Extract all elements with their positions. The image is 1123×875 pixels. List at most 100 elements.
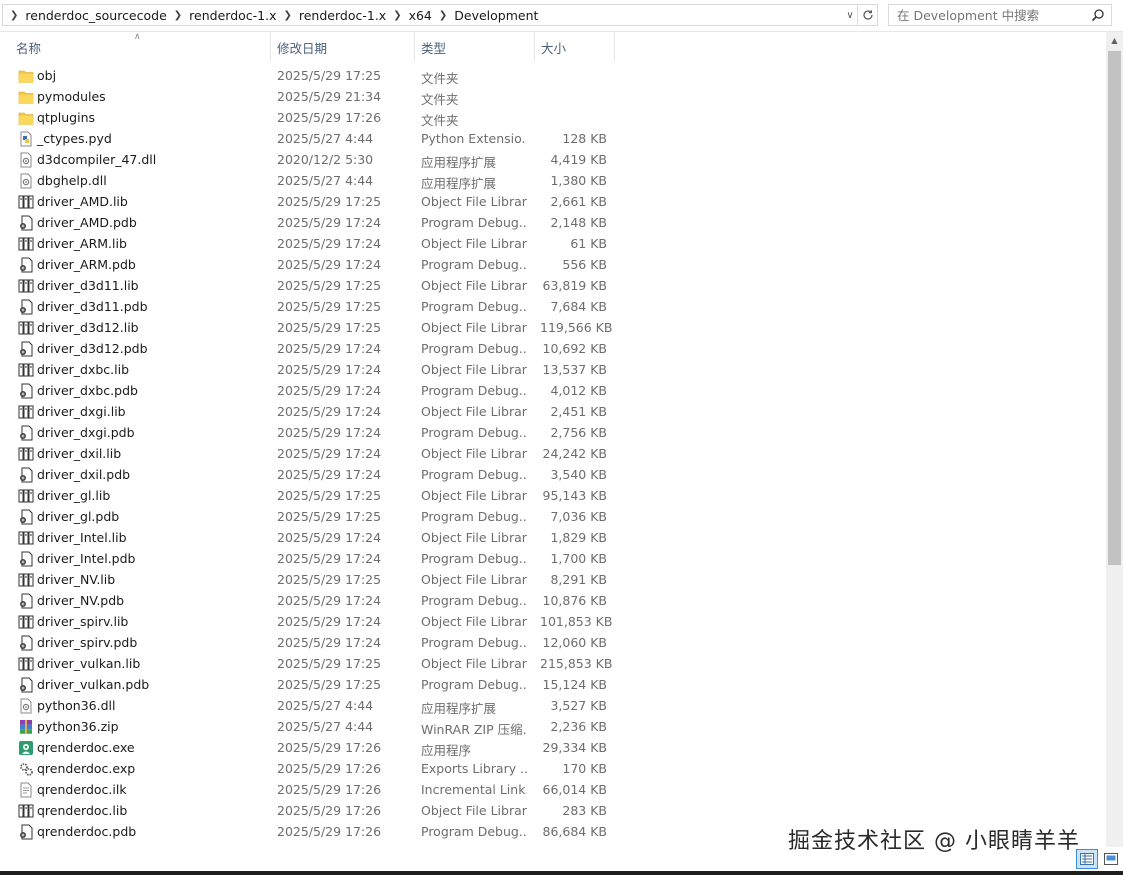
- breadcrumb-item[interactable]: renderdoc-1.x: [189, 8, 276, 23]
- file-row[interactable]: pymodules 2025/5/29 21:34 文件夹: [0, 87, 1106, 108]
- refresh-icon: [862, 10, 873, 20]
- column-header-date[interactable]: 修改日期: [271, 32, 415, 62]
- column-header-type[interactable]: 类型: [415, 32, 535, 62]
- file-row[interactable]: driver_spirv.pdb 2025/5/29 17:24 Program D…: [0, 633, 1106, 654]
- file-row[interactable]: obj 2025/5/29 17:25 文件夹: [0, 66, 1106, 87]
- file-type: Object File Library: [421, 656, 527, 671]
- pdb-file-icon: [18, 551, 34, 567]
- pdb-file-icon: [18, 593, 34, 609]
- chevron-right-icon[interactable]: ❯: [167, 10, 189, 21]
- file-row[interactable]: dbghelp.dll 2025/5/27 4:44 应用程序扩展 1,380 KB: [0, 171, 1106, 192]
- column-header-label: 类型: [421, 40, 447, 56]
- file-modified-date: 2025/5/29 17:25: [277, 299, 382, 314]
- lib-file-icon: [18, 530, 34, 546]
- file-row[interactable]: driver_dxgi.lib 2025/5/29 17:24 Object Fil…: [0, 402, 1106, 423]
- search-icon[interactable]: [1091, 8, 1105, 22]
- file-modified-date: 2025/5/29 17:24: [277, 215, 382, 230]
- file-type: Program Debug...: [421, 341, 527, 356]
- file-type: Incremental Link...: [421, 782, 527, 797]
- details-view-button[interactable]: [1076, 849, 1098, 869]
- file-row[interactable]: driver_d3d12.pdb 2025/5/29 17:24 Program D…: [0, 339, 1106, 360]
- chevron-right-icon[interactable]: ❯: [276, 10, 298, 21]
- search-input[interactable]: [889, 7, 1087, 23]
- file-size: 2,451 KB: [550, 404, 607, 419]
- file-row[interactable]: d3dcompiler_47.dll 2020/12/2 5:30 应用程序扩展 4,…: [0, 150, 1106, 171]
- file-row[interactable]: driver_d3d11.lib 2025/5/29 17:25 Object Fi…: [0, 276, 1106, 297]
- file-row[interactable]: qrenderdoc.exp 2025/5/29 17:26 Exports Lib…: [0, 759, 1106, 780]
- file-row[interactable]: python36.dll 2025/5/27 4:44 应用程序扩展 3,527 KB: [0, 696, 1106, 717]
- pdb-file-icon: [18, 467, 34, 483]
- file-size: 3,540 KB: [550, 467, 607, 482]
- file-type: Object File Library: [421, 236, 527, 251]
- watermark: 掘金技术社区 @ 小眼睛羊羊: [788, 829, 1080, 854]
- pdb-file-icon: [18, 215, 34, 231]
- file-row[interactable]: driver_AMD.lib 2025/5/29 17:25 Object File…: [0, 192, 1106, 213]
- file-row[interactable]: driver_vulkan.pdb 2025/5/29 17:25 Program …: [0, 675, 1106, 696]
- file-row[interactable]: driver_dxil.lib 2025/5/29 17:24 Object Fil…: [0, 444, 1106, 465]
- breadcrumb-item[interactable]: x64: [409, 8, 432, 23]
- large-icons-view-button[interactable]: [1100, 849, 1122, 869]
- address-history-dropdown-icon[interactable]: ∨: [842, 4, 858, 26]
- file-row[interactable]: driver_AMD.pdb 2025/5/29 17:24 Program Deb…: [0, 213, 1106, 234]
- file-row[interactable]: driver_vulkan.lib 2025/5/29 17:25 Object F…: [0, 654, 1106, 675]
- file-name: driver_spirv.lib: [37, 614, 129, 629]
- file-size: 8,291 KB: [550, 572, 607, 587]
- file-row[interactable]: driver_spirv.lib 2025/5/29 17:24 Object Fi…: [0, 612, 1106, 633]
- python-file-icon: [18, 131, 34, 147]
- file-row[interactable]: driver_Intel.pdb 2025/5/29 17:24 Program D…: [0, 549, 1106, 570]
- chevron-right-icon[interactable]: ❯: [386, 10, 408, 21]
- file-type: 应用程序扩展: [421, 155, 497, 170]
- file-type: Object File Library: [421, 320, 527, 335]
- file-row[interactable]: driver_ARM.lib 2025/5/29 17:24 Object File…: [0, 234, 1106, 255]
- lib-file-icon: [18, 362, 34, 378]
- file-row[interactable]: driver_ARM.pdb 2025/5/29 17:24 Program Deb…: [0, 255, 1106, 276]
- file-row[interactable]: driver_dxbc.pdb 2025/5/29 17:24 Program De…: [0, 381, 1106, 402]
- file-size: 556 KB: [562, 257, 607, 272]
- file-row[interactable]: driver_NV.pdb 2025/5/29 17:24 Program Debu…: [0, 591, 1106, 612]
- lib-file-icon: [18, 404, 34, 420]
- file-type: Program Debug...: [421, 299, 527, 314]
- file-type: Program Debug...: [421, 824, 527, 839]
- file-row[interactable]: _ctypes.pyd 2025/5/27 4:44 Python Extensio…: [0, 129, 1106, 150]
- search-box[interactable]: [888, 4, 1112, 26]
- breadcrumb-item[interactable]: renderdoc_sourcecode: [25, 8, 166, 23]
- vertical-scrollbar[interactable]: ▲: [1106, 32, 1123, 847]
- file-row[interactable]: driver_gl.lib 2025/5/29 17:25 Object File …: [0, 486, 1106, 507]
- file-modified-date: 2025/5/29 17:25: [277, 194, 382, 209]
- scrollbar-thumb[interactable]: [1108, 51, 1121, 565]
- file-row[interactable]: qtplugins 2025/5/29 17:26 文件夹: [0, 108, 1106, 129]
- file-row[interactable]: qrenderdoc.ilk 2025/5/29 17:26 Incremental…: [0, 780, 1106, 801]
- breadcrumb[interactable]: ❯ renderdoc_sourcecode ❯ renderdoc-1.x ❯…: [2, 4, 858, 26]
- address-bar-region: ❯ renderdoc_sourcecode ❯ renderdoc-1.x ❯…: [0, 0, 1123, 32]
- file-row[interactable]: driver_dxgi.pdb 2025/5/29 17:24 Program De…: [0, 423, 1106, 444]
- file-row[interactable]: driver_dxil.pdb 2025/5/29 17:24 Program De…: [0, 465, 1106, 486]
- file-name: qrenderdoc.ilk: [37, 782, 127, 797]
- column-header-size[interactable]: 大小: [535, 32, 615, 62]
- file-row[interactable]: driver_dxbc.lib 2025/5/29 17:24 Object Fil…: [0, 360, 1106, 381]
- file-name: driver_ARM.lib: [37, 236, 127, 251]
- file-row[interactable]: driver_gl.pdb 2025/5/29 17:25 Program Debu…: [0, 507, 1106, 528]
- file-row[interactable]: qrenderdoc.lib 2025/5/29 17:26 Object File…: [0, 801, 1106, 822]
- file-row[interactable]: qrenderdoc.exe 2025/5/29 17:26 应用程序 29,334 …: [0, 738, 1106, 759]
- file-size: 24,242 KB: [542, 446, 607, 461]
- file-row[interactable]: driver_Intel.lib 2025/5/29 17:24 Object Fi…: [0, 528, 1106, 549]
- file-type: Program Debug...: [421, 677, 527, 692]
- scroll-up-icon[interactable]: ▲: [1106, 32, 1123, 49]
- dll-file-icon: [18, 152, 34, 168]
- column-header-name[interactable]: 名称: [10, 32, 271, 62]
- breadcrumb-item[interactable]: renderdoc-1.x: [299, 8, 386, 23]
- file-row[interactable]: python36.zip 2025/5/27 4:44 WinRAR ZIP 压缩.…: [0, 717, 1106, 738]
- file-row[interactable]: driver_d3d11.pdb 2025/5/29 17:25 Program D…: [0, 297, 1106, 318]
- file-row[interactable]: driver_d3d12.lib 2025/5/29 17:25 Object Fi…: [0, 318, 1106, 339]
- file-type: Object File Library: [421, 278, 527, 293]
- refresh-button[interactable]: [858, 4, 878, 26]
- file-modified-date: 2025/5/29 17:25: [277, 320, 382, 335]
- file-row[interactable]: driver_NV.lib 2025/5/29 17:25 Object File …: [0, 570, 1106, 591]
- breadcrumb-item[interactable]: Development: [454, 8, 538, 23]
- chevron-right-icon[interactable]: ❯: [3, 10, 25, 21]
- file-modified-date: 2025/5/29 17:25: [277, 677, 382, 692]
- file-type: WinRAR ZIP 压缩...: [421, 722, 527, 737]
- chevron-right-icon[interactable]: ❯: [432, 10, 454, 21]
- file-name: driver_NV.pdb: [37, 593, 125, 608]
- folder-icon: [18, 89, 34, 105]
